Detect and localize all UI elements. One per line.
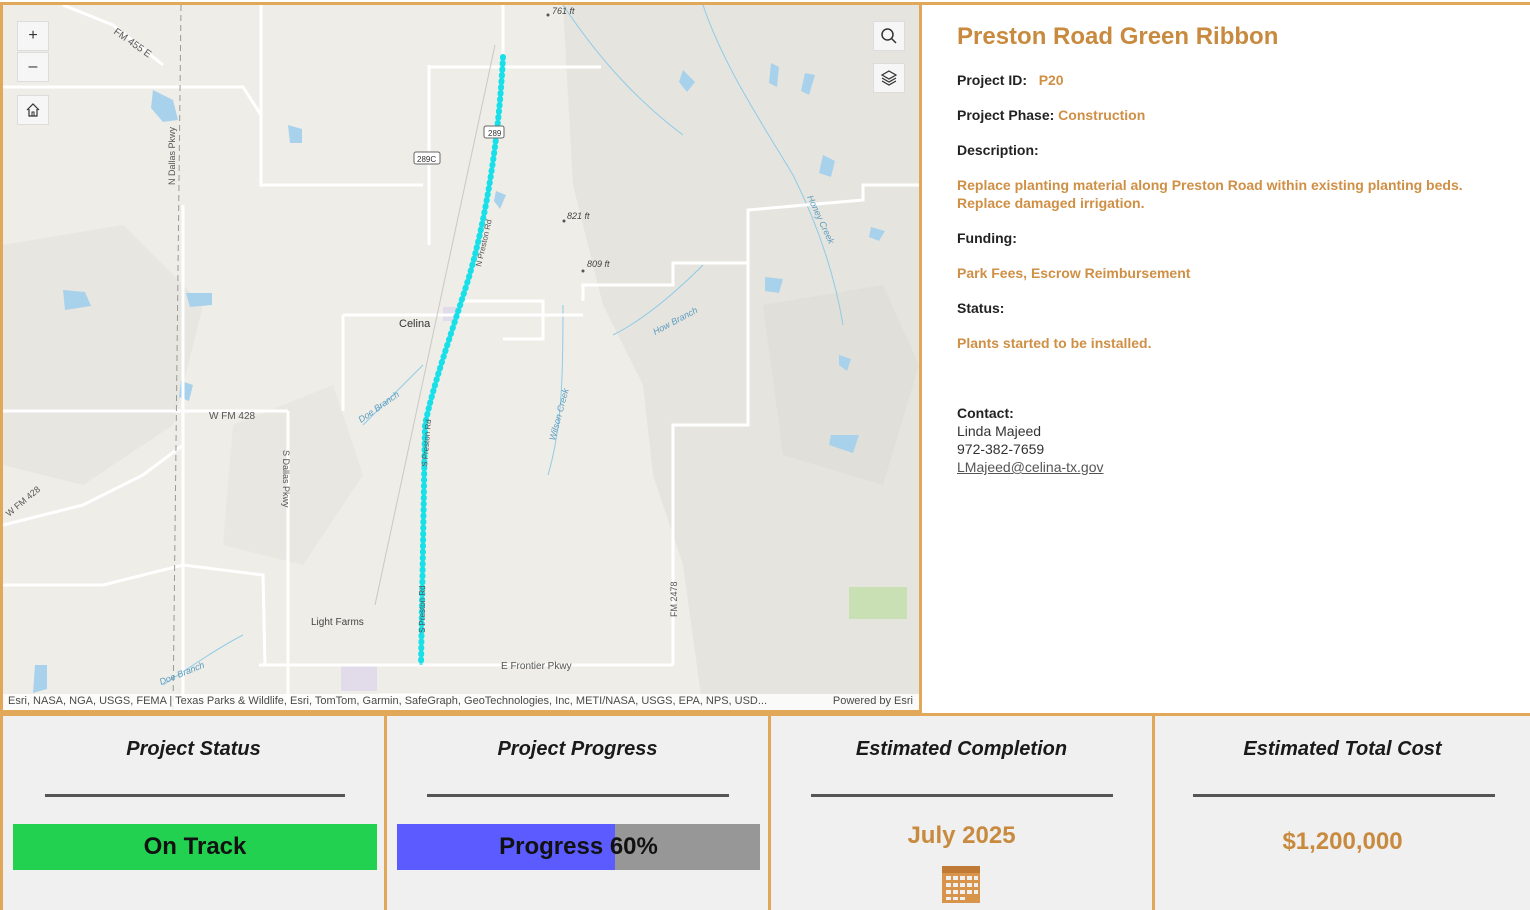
funding-label: Funding: (957, 230, 1017, 246)
status-indicator: On Track (13, 824, 377, 870)
project-phase-row: Project Phase: Construction (957, 106, 1530, 124)
project-id-row: Project ID: P20 (957, 71, 1530, 89)
estimated-completion-title: Estimated Completion (855, 738, 1068, 760)
zoom-out-button[interactable]: – (17, 52, 49, 82)
status-value: Plants started to be installed. (957, 335, 1152, 351)
map-label-elev809: 809 ft (587, 259, 610, 269)
project-details-panel: Preston Road Green Ribbon Project ID: P2… (922, 2, 1530, 713)
map-label-light-farms: Light Farms (311, 617, 364, 628)
completion-date: July 2025 (907, 822, 1016, 849)
project-id-value: P20 (1038, 72, 1064, 88)
map-label-elev761: 761 ft (552, 6, 575, 16)
project-status-title: Project Status (126, 738, 261, 760)
calendar-icon (942, 866, 980, 903)
estimated-cost-value: $1,200,000 (1282, 828, 1403, 855)
description-line-1: Replace planting material along Preston … (957, 177, 1463, 193)
project-progress-title: Project Progress (497, 738, 658, 760)
funding-label-row: Funding: (957, 229, 1530, 247)
zoom-in-label: + (28, 27, 38, 44)
description-text: Replace planting material along Preston … (957, 176, 1530, 212)
project-status-card: Project Status On Track (0, 716, 384, 910)
map-label-289: 289 (488, 129, 502, 138)
map-attribution: Esri, NASA, NGA, USGS, FEMA | Texas Park… (3, 694, 919, 710)
status-label-row: Status: (957, 299, 1530, 317)
layers-button[interactable] (873, 63, 905, 93)
description-label-row: Description: (957, 141, 1530, 159)
contact-email-link[interactable]: LMajeed@celina-tx.gov (957, 459, 1104, 475)
description-line-2: Replace damaged irrigation. (957, 195, 1145, 211)
progress-bar: Progress 60% (397, 824, 760, 870)
map-label-elev821: 821 ft (567, 211, 590, 221)
map-label-preston-s2: S Preston Rd (418, 585, 427, 633)
project-phase-label: Project Phase: (957, 107, 1055, 123)
map-label-wfm428a: W FM 428 (209, 411, 256, 422)
status-indicator-text: On Track (143, 833, 247, 860)
project-phase-value: Construction (1058, 107, 1146, 123)
search-icon (881, 28, 897, 44)
map-label-ndallas: N Dallas Pkwy (167, 126, 177, 185)
project-title: Preston Road Green Ribbon (957, 23, 1279, 50)
divider (45, 794, 345, 797)
estimated-cost-card: Estimated Total Cost $1,200,000 (1152, 716, 1530, 910)
layers-icon (880, 70, 898, 86)
zoom-in-button[interactable]: + (17, 21, 49, 51)
funding-value: Park Fees, Escrow Reimbursement (957, 265, 1191, 281)
contact-block: Contact: Linda Majeed 972-382-7659 LMaje… (957, 404, 1530, 476)
progress-text: Progress 60% (499, 833, 658, 860)
contact-name: Linda Majeed (957, 423, 1042, 439)
project-progress-card: Project Progress Progress 60% (384, 716, 768, 910)
status-label: Status: (957, 300, 1005, 316)
estimated-completion-card: Estimated Completion July 2025 (768, 716, 1152, 910)
description-label: Description: (957, 142, 1039, 158)
map-label-289c: 289C (417, 155, 436, 164)
powered-by-esri[interactable]: Powered by Esri (833, 695, 913, 707)
zoom-out-label: – (28, 58, 38, 75)
summary-cards: Project Status On Track Project Progress… (0, 713, 1530, 910)
divider (1193, 794, 1495, 797)
divider (427, 794, 729, 797)
estimated-cost-title: Estimated Total Cost (1243, 738, 1442, 760)
map-label-frontier: E Frontier Pkwy (501, 661, 572, 672)
search-button[interactable] (873, 21, 905, 51)
contact-phone: 972-382-7659 (957, 441, 1045, 457)
map-label-celina: Celina (399, 318, 431, 330)
basemap[interactable]: FM 455 E 761 ft 821 ft 809 ft Celina N D… (3, 5, 919, 710)
attribution-text: Esri, NASA, NGA, USGS, FEMA | Texas Park… (8, 695, 768, 707)
map-label-sdallas: S Dallas Pkwy (281, 450, 291, 508)
home-button[interactable] (17, 95, 49, 125)
home-icon (26, 103, 40, 117)
map-label-fm2478: FM 2478 (669, 581, 679, 617)
contact-label: Contact: (957, 405, 1014, 421)
divider (811, 794, 1113, 797)
map-view[interactable]: FM 455 E 761 ft 821 ft 809 ft Celina N D… (0, 2, 922, 713)
project-id-label: Project ID: (957, 72, 1028, 88)
